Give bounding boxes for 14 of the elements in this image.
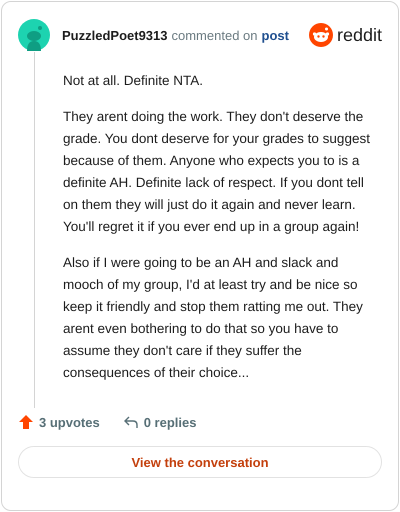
username[interactable]: PuzzledPoet9313 (62, 28, 168, 42)
comment-text: They arent doing the work. They don't deserve the grade. You dont deserve for your grades to suggest because of them. Anyone who expects you to is a definite AH. Definite lack of respect. If you dont tell on them they will just do it again and never learn. You'll regret it if you ever end up in a group again! (63, 108, 371, 236)
logo-text: reddit (336, 24, 382, 46)
comment-text: Also if I were going to be an AH and slack and mooch of my group, I'd at least try and be nice so keep it friendly and stop them ratting me out. They arent even bothering to do that so you have to assume they don't care if they suffer the consequences of their choice... (63, 254, 364, 382)
upvote-count: 3 upvotes (39, 414, 100, 430)
avatar-icon (18, 19, 50, 51)
view-conversation-button[interactable]: View the conversation (18, 446, 382, 478)
post-link[interactable]: post (262, 28, 289, 42)
comment-text: Not at all. Definite NTA. (63, 72, 204, 90)
reddit-logo-icon (308, 23, 333, 47)
reply-icon[interactable] (122, 414, 139, 430)
reply-count: 0 replies (144, 414, 196, 430)
upvote-icon[interactable] (18, 414, 34, 430)
action-text: commented on (172, 28, 258, 42)
